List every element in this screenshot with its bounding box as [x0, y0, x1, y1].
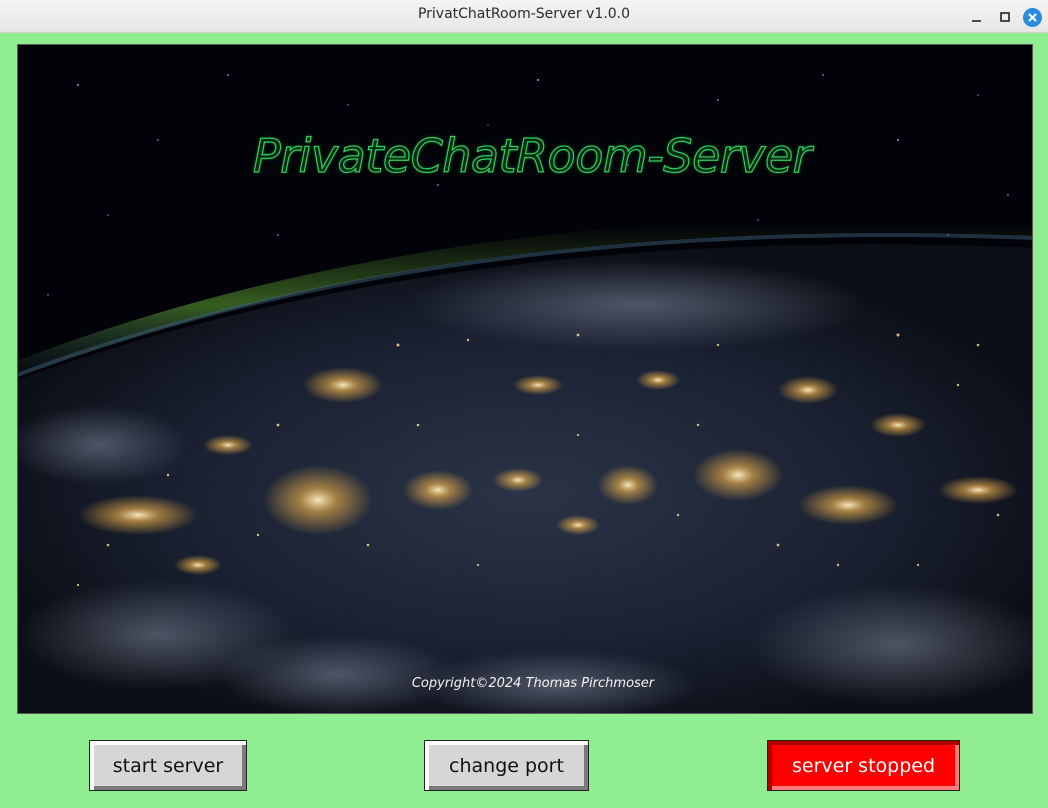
banner-image-panel: PrivateChatRoom-Server Copyright©2024 Th…: [17, 44, 1033, 714]
title-bar[interactable]: PrivatChatRoom-Server v1.0.0: [0, 0, 1048, 33]
minimize-icon: [972, 20, 981, 22]
close-icon: [1028, 13, 1037, 22]
copyright-text: Copyright©2024 Thomas Pirchmoser: [411, 676, 655, 691]
maximize-button[interactable]: [996, 8, 1014, 26]
minimize-button[interactable]: [968, 8, 986, 26]
change-port-button[interactable]: change port: [424, 740, 589, 791]
window-title: PrivatChatRoom-Server v1.0.0: [417, 6, 631, 22]
close-button[interactable]: [1023, 8, 1042, 27]
start-server-button[interactable]: start server: [89, 740, 247, 791]
server-status-button[interactable]: server stopped: [767, 740, 960, 791]
maximize-icon: [1000, 12, 1010, 22]
hero-heading: PrivateChatRoom-Server: [252, 128, 812, 183]
app-window: PrivatChatRoom-Server v1.0.0 PrivateChat…: [0, 0, 1048, 808]
